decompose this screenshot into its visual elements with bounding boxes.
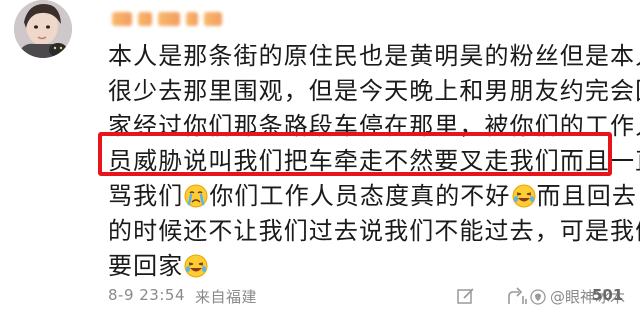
- post-text-segment: 要回家: [108, 252, 184, 280]
- post-line-mixed: 骂我们 你们工作人员态度真的不好 而且回去: [108, 179, 636, 214]
- post-line: 很少去那里围观，但是今天晚上和男朋友约完会回: [108, 77, 640, 105]
- laughing-crying-face-icon: [184, 254, 208, 278]
- watermark-logo-icon: [530, 288, 546, 305]
- like-count[interactable]: 501: [592, 286, 623, 304]
- post-text: 本人是那条街的原住民也是黄明昊的粉丝但是本人 很少去那里围观，但是今天晚上和男朋…: [108, 39, 640, 284]
- post-date: 8-9 23:54: [108, 286, 185, 304]
- avatar-image: [14, 0, 72, 58]
- post-text-segment: 而且回去: [536, 182, 637, 210]
- post-line: 家经过你们那条路段车停在那里，被你们的工作人: [108, 112, 640, 140]
- laughing-crying-face-icon: [512, 184, 536, 208]
- post-line-mixed: 要回家: [108, 249, 622, 284]
- edit-icon: [457, 288, 474, 304]
- username-redacted[interactable]: [112, 8, 224, 30]
- post-card: 本人是那条街的原住民也是黄明昊的粉丝但是本人 很少去那里围观，但是今天晚上和男朋…: [0, 0, 640, 324]
- share-button[interactable]: [506, 282, 530, 310]
- post-line: 员威胁说叫我们把车牵走不然要叉走我们而且一直: [108, 147, 640, 175]
- comment-button[interactable]: [455, 282, 477, 310]
- share-icon: [508, 287, 527, 304]
- user-avatar[interactable]: [14, 0, 72, 58]
- post-line: 本人是那条街的原住民也是黄明昊的粉丝但是本人: [108, 42, 640, 70]
- post-meta: 8-9 23:54 来自福建: [108, 286, 257, 307]
- post-source: 来自福建: [195, 288, 258, 306]
- post-line: 的时候还不让我们过去说我们不能过去，可是我们: [108, 217, 640, 245]
- crying-face-icon: [184, 184, 208, 208]
- post-text-segment: 你们工作人员态度真的不好: [209, 182, 511, 210]
- post-text-segment: 骂我们: [108, 182, 184, 210]
